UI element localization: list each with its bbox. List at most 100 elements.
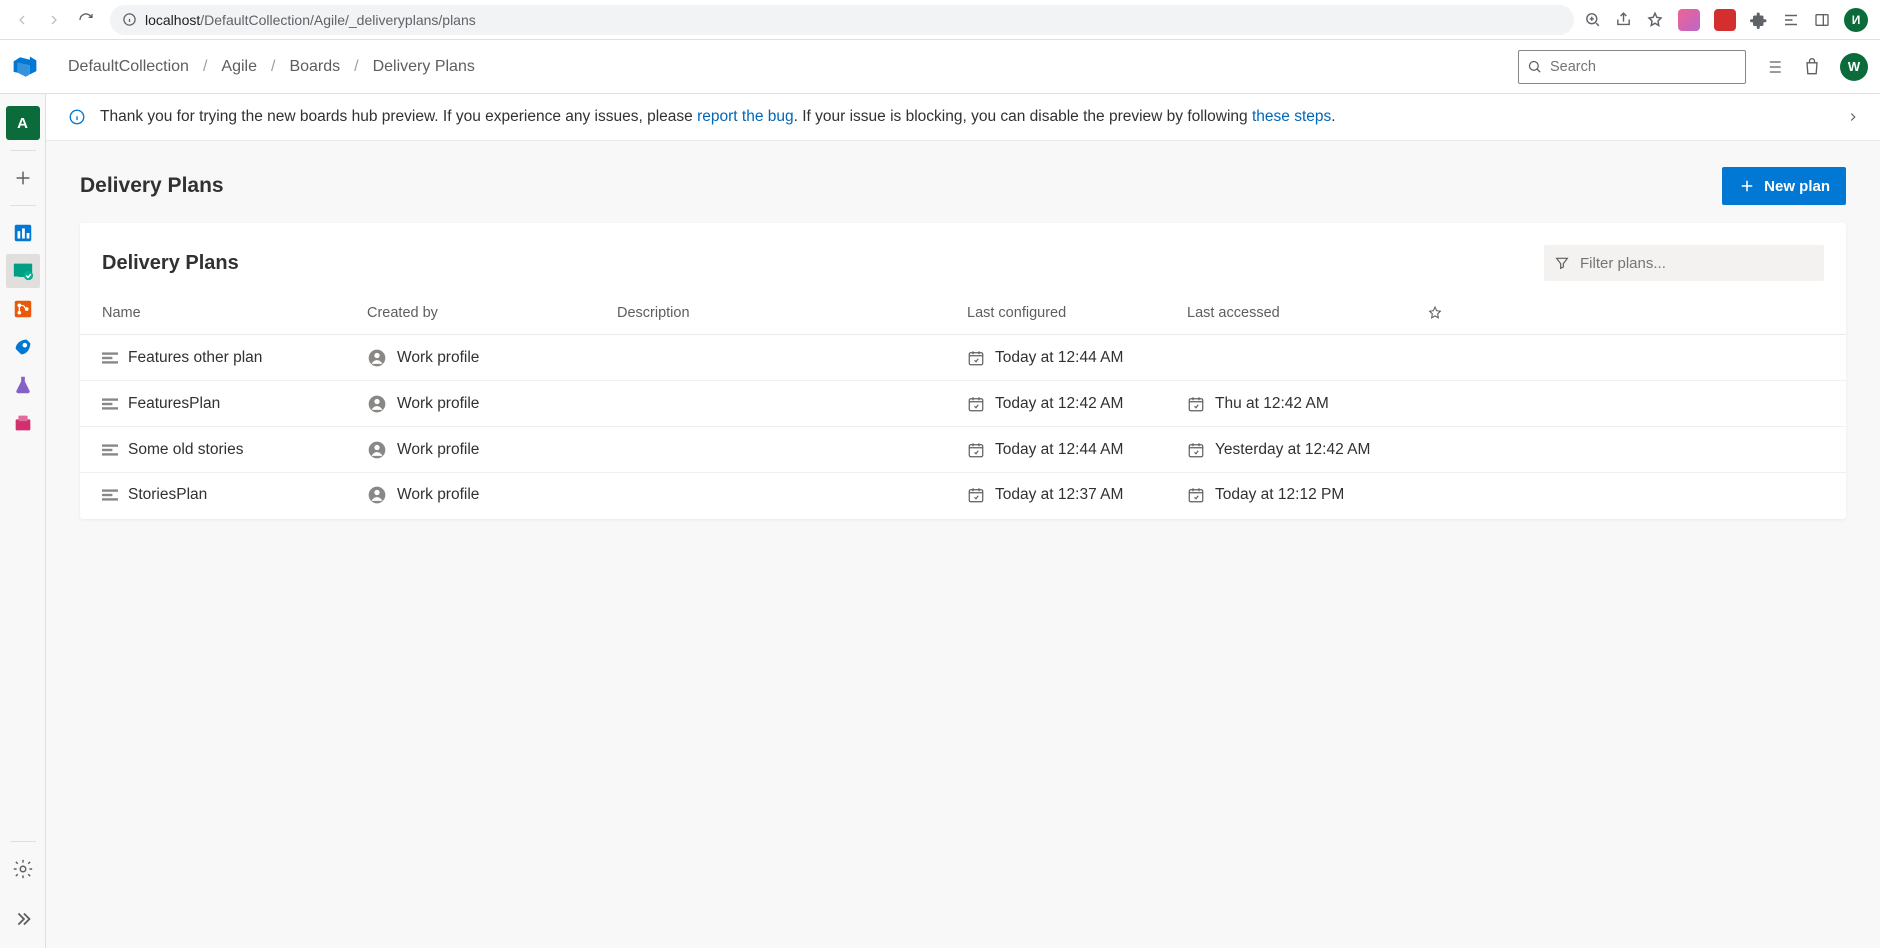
- banner-link-steps[interactable]: these steps: [1252, 108, 1331, 125]
- cell-last-configured: Today at 12:42 AM: [967, 395, 1187, 413]
- search-field[interactable]: [1550, 59, 1737, 75]
- sidebar-boards[interactable]: [6, 254, 40, 288]
- url-host: localhost: [145, 12, 200, 28]
- person-icon: [367, 440, 387, 460]
- col-created-by[interactable]: Created by: [367, 305, 617, 321]
- boards-icon: [12, 260, 34, 282]
- sidebar-settings[interactable]: [6, 852, 40, 886]
- sidebar: A: [0, 94, 46, 948]
- share-icon[interactable]: [1615, 11, 1632, 28]
- sidebar-artifacts[interactable]: [6, 406, 40, 440]
- user-avatar[interactable]: W: [1840, 53, 1868, 81]
- sidebar-pipelines[interactable]: [6, 330, 40, 364]
- table-row[interactable]: FeaturesPlanWork profile Today at 12:42 A…: [80, 381, 1846, 427]
- plans-table: Name Created by Description Last configu…: [80, 291, 1846, 519]
- calendar-icon: [967, 441, 985, 459]
- card-title: Delivery Plans: [102, 252, 239, 275]
- info-banner: Thank you for trying the new boards hub …: [46, 94, 1880, 141]
- azure-devops-logo-icon[interactable]: [12, 54, 38, 80]
- cell-last-configured: Today at 12:37 AM: [967, 486, 1187, 504]
- breadcrumb-item[interactable]: Agile: [221, 58, 257, 76]
- search-icon: [1527, 59, 1542, 74]
- cell-last-accessed: Today at 12:12 PM: [1187, 486, 1427, 504]
- cell-last-configured: Today at 12:44 AM: [967, 441, 1187, 459]
- list-icon[interactable]: [1764, 57, 1784, 77]
- artifacts-icon: [12, 412, 34, 434]
- cell-last-accessed: Yesterday at 12:42 AM: [1187, 441, 1427, 459]
- star-icon: [1427, 305, 1443, 321]
- sidebar-expand[interactable]: [6, 902, 40, 936]
- plus-icon: [12, 167, 34, 189]
- calendar-icon: [967, 486, 985, 504]
- zoom-icon[interactable]: [1584, 11, 1601, 28]
- browser-toolbar: localhost/DefaultCollection/Agile/_deliv…: [0, 0, 1880, 40]
- extension-icon[interactable]: [1714, 9, 1736, 31]
- dashboard-icon: [12, 222, 34, 244]
- cell-name: FeaturesPlan: [102, 395, 367, 413]
- chevron-double-right-icon: [12, 908, 34, 930]
- new-plan-button[interactable]: New plan: [1722, 167, 1846, 205]
- col-last-accessed[interactable]: Last accessed: [1187, 305, 1427, 321]
- plan-icon: [102, 398, 118, 410]
- col-description[interactable]: Description: [617, 305, 967, 321]
- cell-created-by: Work profile: [367, 485, 617, 505]
- sidebar-testplans[interactable]: [6, 368, 40, 402]
- cell-last-configured: Today at 12:44 AM: [967, 349, 1187, 367]
- calendar-icon: [1187, 441, 1205, 459]
- reading-list-icon[interactable]: [1782, 11, 1800, 29]
- page-title: Delivery Plans: [80, 174, 224, 198]
- cell-name: Features other plan: [102, 349, 367, 367]
- col-name[interactable]: Name: [102, 305, 367, 321]
- sidebar-project-button[interactable]: A: [6, 106, 40, 140]
- extension-icon[interactable]: [1678, 9, 1700, 31]
- shopping-bag-icon[interactable]: [1802, 57, 1822, 77]
- person-icon: [367, 394, 387, 414]
- gear-icon: [12, 858, 34, 880]
- app-header: DefaultCollection / Agile / Boards / Del…: [0, 40, 1880, 94]
- info-icon: [68, 108, 86, 126]
- cell-created-by: Work profile: [367, 440, 617, 460]
- person-icon: [367, 348, 387, 368]
- calendar-icon: [1187, 486, 1205, 504]
- browser-reload-button[interactable]: [72, 6, 100, 34]
- filter-icon: [1554, 255, 1570, 271]
- site-info-icon: [122, 12, 137, 27]
- breadcrumb-item[interactable]: DefaultCollection: [68, 58, 189, 76]
- table-row[interactable]: Features other planWork profileToday at …: [80, 335, 1846, 381]
- plans-card: Delivery Plans Name Created by Descripti…: [80, 223, 1846, 519]
- pipelines-icon: [12, 336, 34, 358]
- breadcrumb-item[interactable]: Delivery Plans: [373, 58, 475, 76]
- bookmark-star-icon[interactable]: [1646, 11, 1664, 29]
- col-last-configured[interactable]: Last configured: [967, 305, 1187, 321]
- cell-last-accessed: Thu at 12:42 AM: [1187, 395, 1427, 413]
- extensions-puzzle-icon[interactable]: [1750, 11, 1768, 29]
- table-row[interactable]: StoriesPlanWork profile Today at 12:37 AM…: [80, 473, 1846, 519]
- side-panel-icon[interactable]: [1814, 12, 1830, 28]
- search-input[interactable]: [1518, 50, 1746, 84]
- col-favorite[interactable]: [1427, 305, 1487, 321]
- sidebar-overview[interactable]: [6, 216, 40, 250]
- table-header: Name Created by Description Last configu…: [80, 291, 1846, 335]
- main-content: Thank you for trying the new boards hub …: [46, 94, 1880, 948]
- browser-profile-avatar[interactable]: И: [1844, 8, 1868, 32]
- cell-name: StoriesPlan: [102, 486, 367, 504]
- cell-created-by: Work profile: [367, 394, 617, 414]
- banner-text: Thank you for trying the new boards hub …: [100, 108, 1336, 126]
- plan-icon: [102, 352, 118, 364]
- person-icon: [367, 485, 387, 505]
- sidebar-new-button[interactable]: [6, 161, 40, 195]
- cell-name: Some old stories: [102, 441, 367, 459]
- filter-plans-input[interactable]: [1544, 245, 1824, 281]
- banner-chevron-icon[interactable]: [1846, 110, 1860, 124]
- banner-link-report-bug[interactable]: report the bug: [697, 108, 794, 125]
- plan-icon: [102, 489, 118, 501]
- address-bar[interactable]: localhost/DefaultCollection/Agile/_deliv…: [110, 5, 1574, 35]
- calendar-icon: [1187, 395, 1205, 413]
- table-row[interactable]: Some old storiesWork profile Today at 12:…: [80, 427, 1846, 473]
- browser-back-button[interactable]: [8, 6, 36, 34]
- browser-forward-button[interactable]: [40, 6, 68, 34]
- sidebar-repos[interactable]: [6, 292, 40, 326]
- url-path: /DefaultCollection/Agile/_deliveryplans/…: [200, 12, 476, 28]
- breadcrumb-item[interactable]: Boards: [289, 58, 340, 76]
- plus-icon: [1738, 177, 1756, 195]
